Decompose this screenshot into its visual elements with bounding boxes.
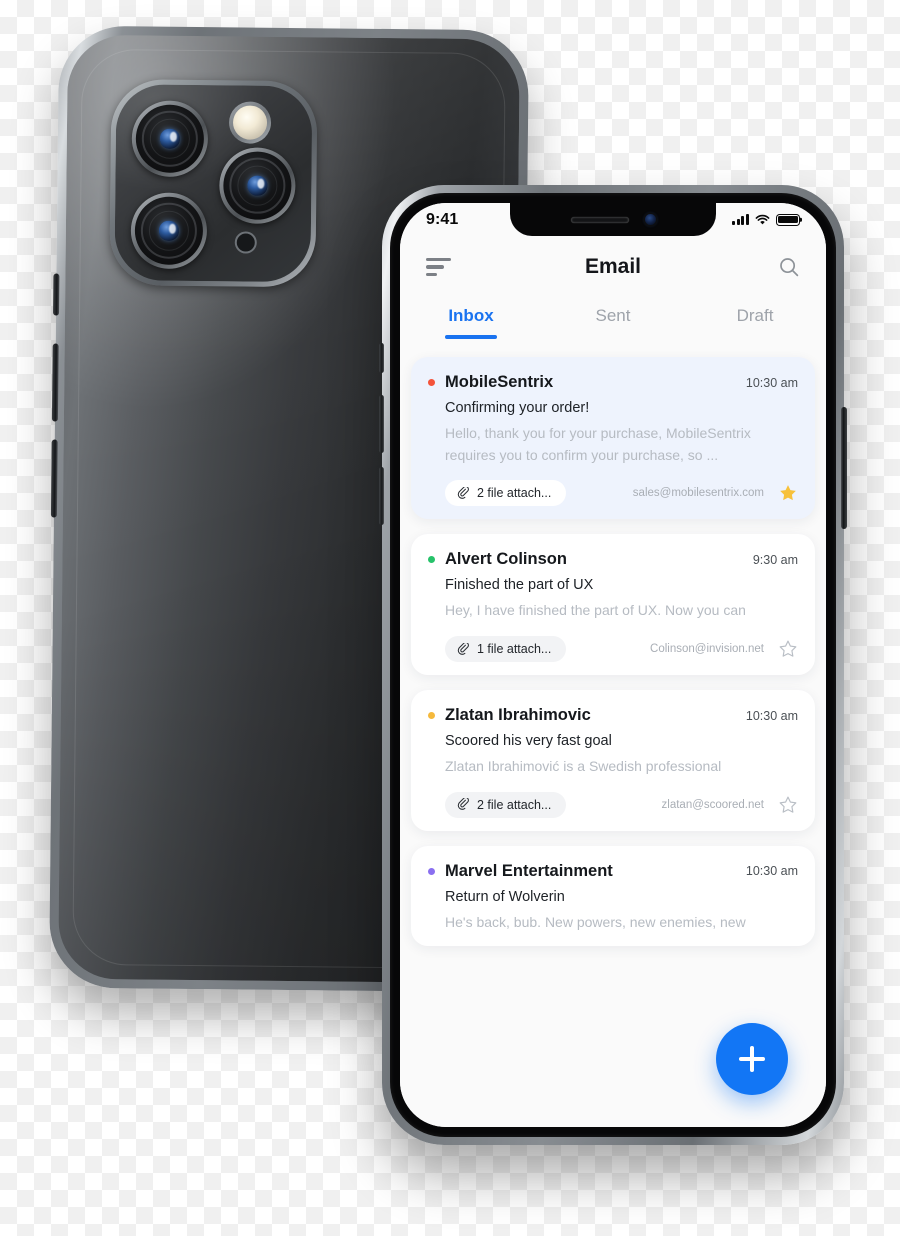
- email-timestamp: 10:30 am: [745, 864, 798, 879]
- email-address: Colinson@invision.net: [650, 643, 764, 656]
- email-subject: Scoored his very fast goal: [445, 733, 612, 750]
- email-list[interactable]: MobileSentrix 10:30 am Confirming your o…: [400, 333, 826, 1127]
- status-time: 9:41: [426, 210, 459, 228]
- email-row-footer: 2 file attach... sales@mobilesentrix.com: [445, 480, 798, 507]
- tab-sent[interactable]: Sent: [542, 306, 684, 333]
- unread-status-dot: [428, 712, 435, 720]
- email-row-footer: 1 file attach... Colinson@invision.net: [445, 636, 798, 663]
- email-row-header: Zlatan Ibrahimovic 10:30 am: [428, 706, 798, 725]
- hamburger-menu-icon[interactable]: [426, 257, 451, 277]
- cellular-signal-icon: [732, 214, 749, 225]
- front-phone-power-button[interactable]: [841, 407, 847, 529]
- email-timestamp: 10:30 am: [745, 708, 798, 723]
- attachment-label: 1 file attach...: [477, 642, 552, 657]
- email-list-item[interactable]: Marvel Entertainment 10:30 am Return of …: [411, 845, 815, 947]
- front-camera-icon: [644, 214, 656, 225]
- front-phone-device: Email Inbox Sent Draft MobileSentrix 10:…: [379, 185, 847, 1145]
- email-preview: Hey, I have finished the part of UX. Now…: [445, 602, 746, 619]
- email-sender: Marvel Entertainment: [445, 861, 613, 880]
- back-phone-mute-switch[interactable]: [53, 273, 60, 316]
- email-app: Email Inbox Sent Draft MobileSentrix 10:…: [400, 203, 826, 1127]
- attachment-pill[interactable]: 2 file attach...: [445, 791, 567, 818]
- camera-lens-middle-right-icon: [218, 147, 296, 225]
- star-icon-outline[interactable]: [778, 639, 798, 659]
- email-subject: Finished the part of UX: [445, 577, 594, 594]
- front-phone-frame: Email Inbox Sent Draft MobileSentrix 10:…: [379, 185, 847, 1145]
- email-preview: Hello, thank you for your purchase, Mobi…: [445, 425, 751, 463]
- star-icon-outline[interactable]: [778, 795, 798, 815]
- star-icon-filled[interactable]: [778, 483, 798, 503]
- email-list-item[interactable]: Zlatan Ibrahimovic 10:30 am Scoored his …: [411, 690, 815, 831]
- status-icons: [732, 213, 800, 226]
- attachment-pill[interactable]: 1 file attach...: [445, 636, 567, 663]
- battery-full-icon: [776, 213, 800, 226]
- unread-status-dot: [428, 379, 435, 386]
- wifi-icon: [755, 214, 770, 226]
- email-timestamp: 10:30 am: [745, 375, 798, 390]
- email-row-header: Marvel Entertainment 10:30 am: [428, 862, 798, 881]
- camera-lens-top-left-icon: [131, 100, 209, 178]
- email-address: zlatan@scoored.net: [661, 798, 764, 811]
- email-row-footer: 2 file attach... zlatan@scoored.net: [445, 791, 798, 818]
- front-phone-bezel: Email Inbox Sent Draft MobileSentrix 10:…: [390, 193, 836, 1137]
- attachment-label: 2 file attach...: [477, 486, 552, 501]
- page-title: Email: [584, 255, 642, 278]
- email-subject: Confirming your order!: [445, 400, 590, 416]
- email-timestamp: 9:30 am: [752, 552, 798, 567]
- phone-screen: Email Inbox Sent Draft MobileSentrix 10:…: [400, 203, 826, 1127]
- app-header: Email: [400, 236, 826, 298]
- attachment-pill[interactable]: 2 file attach...: [445, 480, 567, 507]
- mailbox-tabs: Inbox Sent Draft: [400, 298, 826, 333]
- email-list-item[interactable]: MobileSentrix 10:30 am Confirming your o…: [411, 357, 815, 520]
- front-phone-volume-up[interactable]: [379, 395, 384, 453]
- unread-status-dot: [428, 867, 435, 875]
- back-phone-volume-down[interactable]: [50, 439, 58, 518]
- front-phone-mute-switch[interactable]: [379, 343, 384, 373]
- email-preview: Zlatan Ibrahimović is a Swedish professi…: [445, 758, 722, 775]
- search-icon[interactable]: [778, 256, 800, 278]
- back-phone-volume-up[interactable]: [51, 343, 59, 422]
- paperclip-icon: [457, 798, 469, 811]
- attachment-label: 2 file attach...: [477, 797, 552, 812]
- email-sender: MobileSentrix: [445, 373, 554, 391]
- email-sender: Zlatan Ibrahimovic: [445, 706, 591, 725]
- canvas-background: Email Inbox Sent Draft MobileSentrix 10:…: [0, 0, 900, 1236]
- email-subject: Return of Wolverin: [445, 888, 565, 905]
- email-address: sales@mobilesentrix.com: [632, 487, 764, 500]
- email-row-header: MobileSentrix 10:30 am: [428, 373, 798, 392]
- camera-lens-bottom-left-icon: [130, 192, 208, 270]
- tab-draft[interactable]: Draft: [684, 306, 826, 333]
- paperclip-icon: [457, 642, 469, 655]
- compose-button[interactable]: [716, 1023, 788, 1095]
- tab-inbox[interactable]: Inbox: [400, 306, 542, 333]
- earpiece-speaker: [570, 216, 629, 223]
- email-preview: He's back, bub. New powers, new enemies,…: [445, 913, 746, 930]
- camera-flash-icon: [228, 101, 272, 144]
- microphone-hole-icon: [234, 231, 257, 254]
- front-phone-volume-down[interactable]: [379, 467, 384, 525]
- email-row-header: Alvert Colinson 9:30 am: [428, 550, 798, 569]
- camera-plate: [114, 84, 313, 283]
- device-notch: [510, 203, 716, 236]
- email-sender: Alvert Colinson: [445, 550, 567, 569]
- paperclip-icon: [457, 486, 469, 499]
- camera-module: [109, 79, 318, 288]
- unread-status-dot: [428, 556, 435, 564]
- email-list-item[interactable]: Alvert Colinson 9:30 am Finished the par…: [411, 534, 815, 676]
